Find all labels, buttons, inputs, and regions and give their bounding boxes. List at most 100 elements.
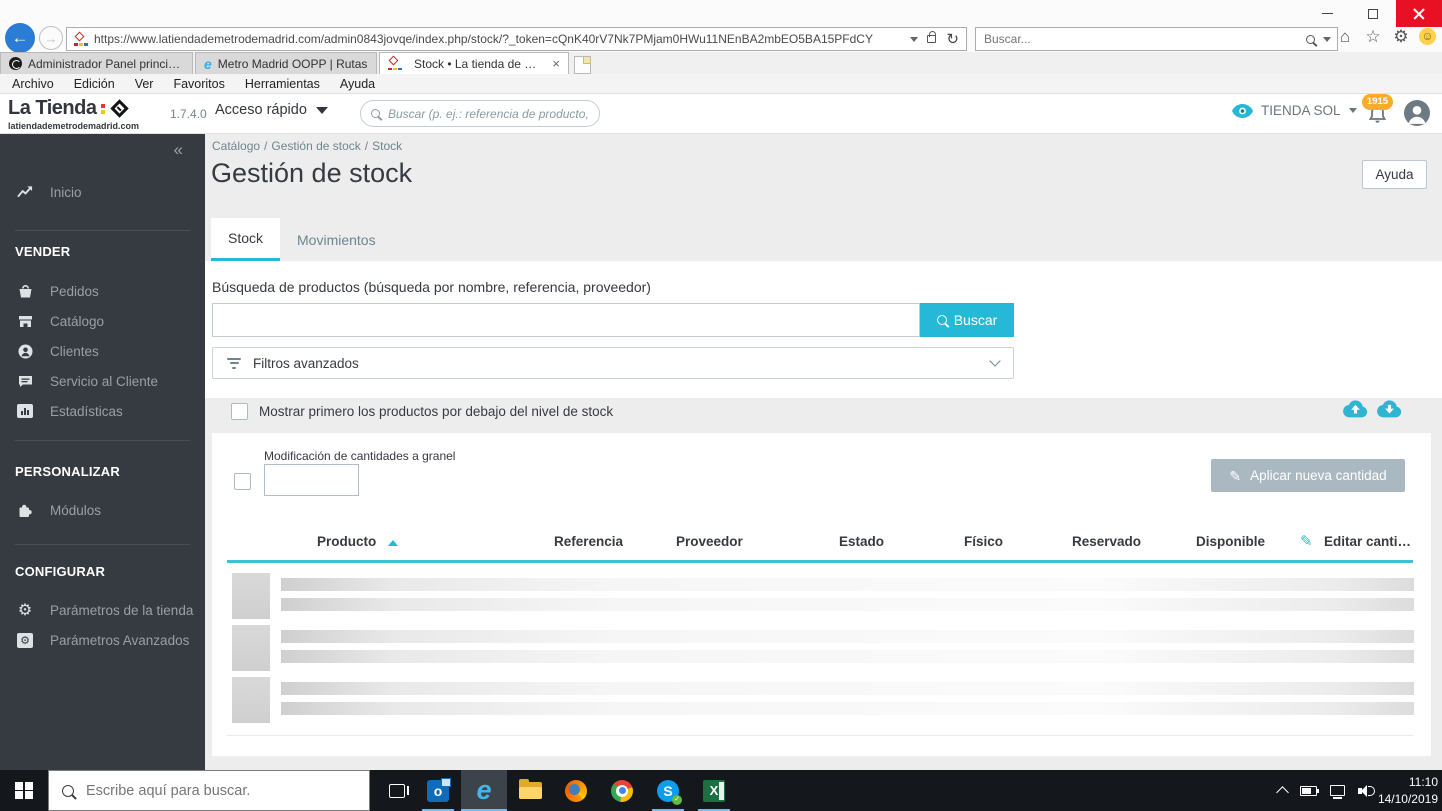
edit-pencil-icon: ✎ (1300, 533, 1313, 550)
menu-ayuda[interactable]: Ayuda (340, 77, 375, 91)
metro-diamond-icon (109, 99, 129, 118)
taskbar-ie-button[interactable]: e (461, 770, 507, 811)
sort-asc-icon[interactable] (388, 540, 398, 546)
chevron-down-icon (989, 355, 1001, 367)
tray-expand-button[interactable] (1276, 786, 1289, 799)
menu-edicion[interactable]: Edición (74, 77, 115, 91)
sidebar-item-parametros-avanzados[interactable]: ⚙ Parámetros Avanzados (0, 626, 205, 654)
new-tab-button[interactable] (574, 56, 591, 74)
bar-chart-icon (17, 404, 33, 418)
search-icon (371, 109, 380, 118)
logo-title: La Tienda (8, 97, 97, 119)
bulk-edit-label: Modificación de cantidades a granel (264, 449, 456, 463)
battery-icon[interactable] (1300, 785, 1320, 796)
taskbar-explorer-button[interactable] (507, 770, 553, 811)
menu-archivo[interactable]: Archivo (12, 77, 54, 91)
help-button[interactable]: Ayuda (1362, 160, 1427, 189)
menu-ver[interactable]: Ver (135, 77, 154, 91)
internet-explorer-icon: e (476, 775, 492, 805)
close-button[interactable] (1396, 0, 1442, 27)
task-view-button[interactable] (376, 770, 418, 811)
taskbar-chrome-button[interactable] (599, 770, 645, 811)
breadcrumb-stock[interactable]: Stock (372, 139, 402, 153)
tab-close-button[interactable]: × (552, 56, 560, 71)
menu-favoritos[interactable]: Favoritos (173, 77, 224, 91)
taskbar-excel-button[interactable]: X (691, 770, 737, 811)
breadcrumb-catalogo[interactable]: Catálogo (212, 139, 260, 153)
shop-logo[interactable]: La Tienda latiendademetrodemadrid.com (8, 97, 139, 131)
bulk-select-checkbox[interactable] (234, 473, 251, 490)
page-title: Gestión de stock (211, 158, 413, 188)
tab-movimientos[interactable]: Movimientos (280, 218, 393, 261)
taskbar-outlook-button[interactable]: o (415, 770, 461, 811)
quick-access-button[interactable]: Acceso rápido (215, 102, 328, 118)
bulk-quantity-input[interactable] (264, 464, 359, 496)
start-button[interactable] (0, 770, 48, 811)
sidebar-item-servicio[interactable]: Servicio al Cliente (0, 367, 205, 395)
search-icon[interactable] (1306, 34, 1315, 44)
person-icon (1408, 105, 1426, 124)
tab-title: Administrador Panel principal (28, 56, 184, 71)
minimize-button[interactable] (1304, 0, 1350, 27)
network-icon[interactable] (1330, 785, 1345, 799)
volume-icon[interactable] (1358, 784, 1375, 797)
sidebar-item-inicio[interactable]: Inicio (0, 178, 205, 206)
restore-icon (1368, 8, 1378, 19)
shop-view-button[interactable]: TIENDA SOL (1232, 103, 1357, 118)
search-dropdown-icon[interactable] (1323, 36, 1331, 42)
favorites-button[interactable]: ☆ (1363, 28, 1383, 45)
home-button[interactable]: ⌂ (1335, 28, 1355, 45)
export-cloud-download-button[interactable] (1377, 400, 1402, 423)
taskbar-clock[interactable]: 11:10 14/10/2019 (1374, 774, 1438, 808)
restore-button[interactable] (1350, 0, 1396, 27)
settings-button[interactable]: ⚙ (1391, 28, 1411, 45)
taskbar-search-box[interactable] (48, 770, 370, 811)
breadcrumb-gestion-stock[interactable]: Gestión de stock (271, 139, 360, 153)
url-dropdown-icon[interactable] (910, 36, 919, 42)
import-cloud-upload-button[interactable] (1343, 400, 1368, 423)
back-button[interactable]: ← (5, 23, 35, 53)
refresh-button[interactable]: ↻ (946, 32, 959, 47)
tab-stock-active[interactable]: Stock • La tienda de Sol de ... × (379, 52, 569, 74)
puzzle-icon (17, 502, 33, 518)
column-header-proveedor: Proveedor (676, 534, 743, 549)
sidebar-item-estadisticas[interactable]: Estadísticas (0, 397, 205, 425)
sidebar-item-label: Servicio al Cliente (50, 373, 159, 389)
admin-search-box[interactable] (360, 100, 600, 127)
search-button[interactable]: Buscar (920, 303, 1014, 337)
browser-search-box[interactable] (975, 27, 1338, 51)
low-stock-checkbox[interactable] (231, 403, 248, 420)
admin-search-input[interactable] (388, 106, 589, 121)
sidebar-item-label: Inicio (50, 184, 82, 200)
sidebar-item-catalogo[interactable]: Catálogo (0, 307, 205, 335)
tab-stock[interactable]: Stock (211, 218, 281, 261)
browser-search-input[interactable] (984, 32, 1306, 46)
address-bar[interactable]: ↻ (66, 27, 967, 51)
menu-herramientas[interactable]: Herramientas (245, 77, 320, 91)
forward-button[interactable]: → (39, 26, 63, 50)
taskbar-search-input[interactable] (86, 782, 356, 799)
apply-quantity-button[interactable]: ✎ Aplicar nueva cantidad (1211, 459, 1405, 492)
thumbnail-placeholder (232, 573, 270, 619)
logo-colon-icon (100, 103, 105, 114)
trending-up-icon (17, 184, 33, 200)
account-button[interactable] (1404, 100, 1430, 126)
taskbar-skype-button[interactable]: S (645, 770, 691, 811)
advanced-filters-toggle[interactable]: Filtros avanzados (212, 347, 1014, 379)
sidebar-collapse-button[interactable]: « (174, 140, 183, 160)
smiley-icon[interactable]: ☺ (1419, 28, 1436, 45)
tab-metro-madrid[interactable]: e Metro Madrid OOPP | Rutas (195, 52, 377, 74)
url-input[interactable] (94, 32, 911, 46)
sidebar-item-parametros-tienda[interactable]: ⚙ Parámetros de la tienda (0, 596, 205, 624)
outlook-icon: o (427, 777, 451, 802)
column-header-producto[interactable]: Producto (317, 534, 376, 549)
taskbar-firefox-button[interactable] (553, 770, 599, 811)
sidebar-item-pedidos[interactable]: Pedidos (0, 277, 205, 305)
advanced-settings-icon: ⚙ (17, 632, 33, 648)
sidebar-item-modulos[interactable]: Módulos (0, 496, 205, 524)
sidebar-item-clientes[interactable]: Clientes (0, 337, 205, 365)
tab-admin-panel[interactable]: Administrador Panel principal (0, 52, 193, 74)
product-search-input[interactable] (212, 303, 920, 337)
admin-favicon (9, 57, 22, 70)
firefox-icon (565, 779, 587, 802)
